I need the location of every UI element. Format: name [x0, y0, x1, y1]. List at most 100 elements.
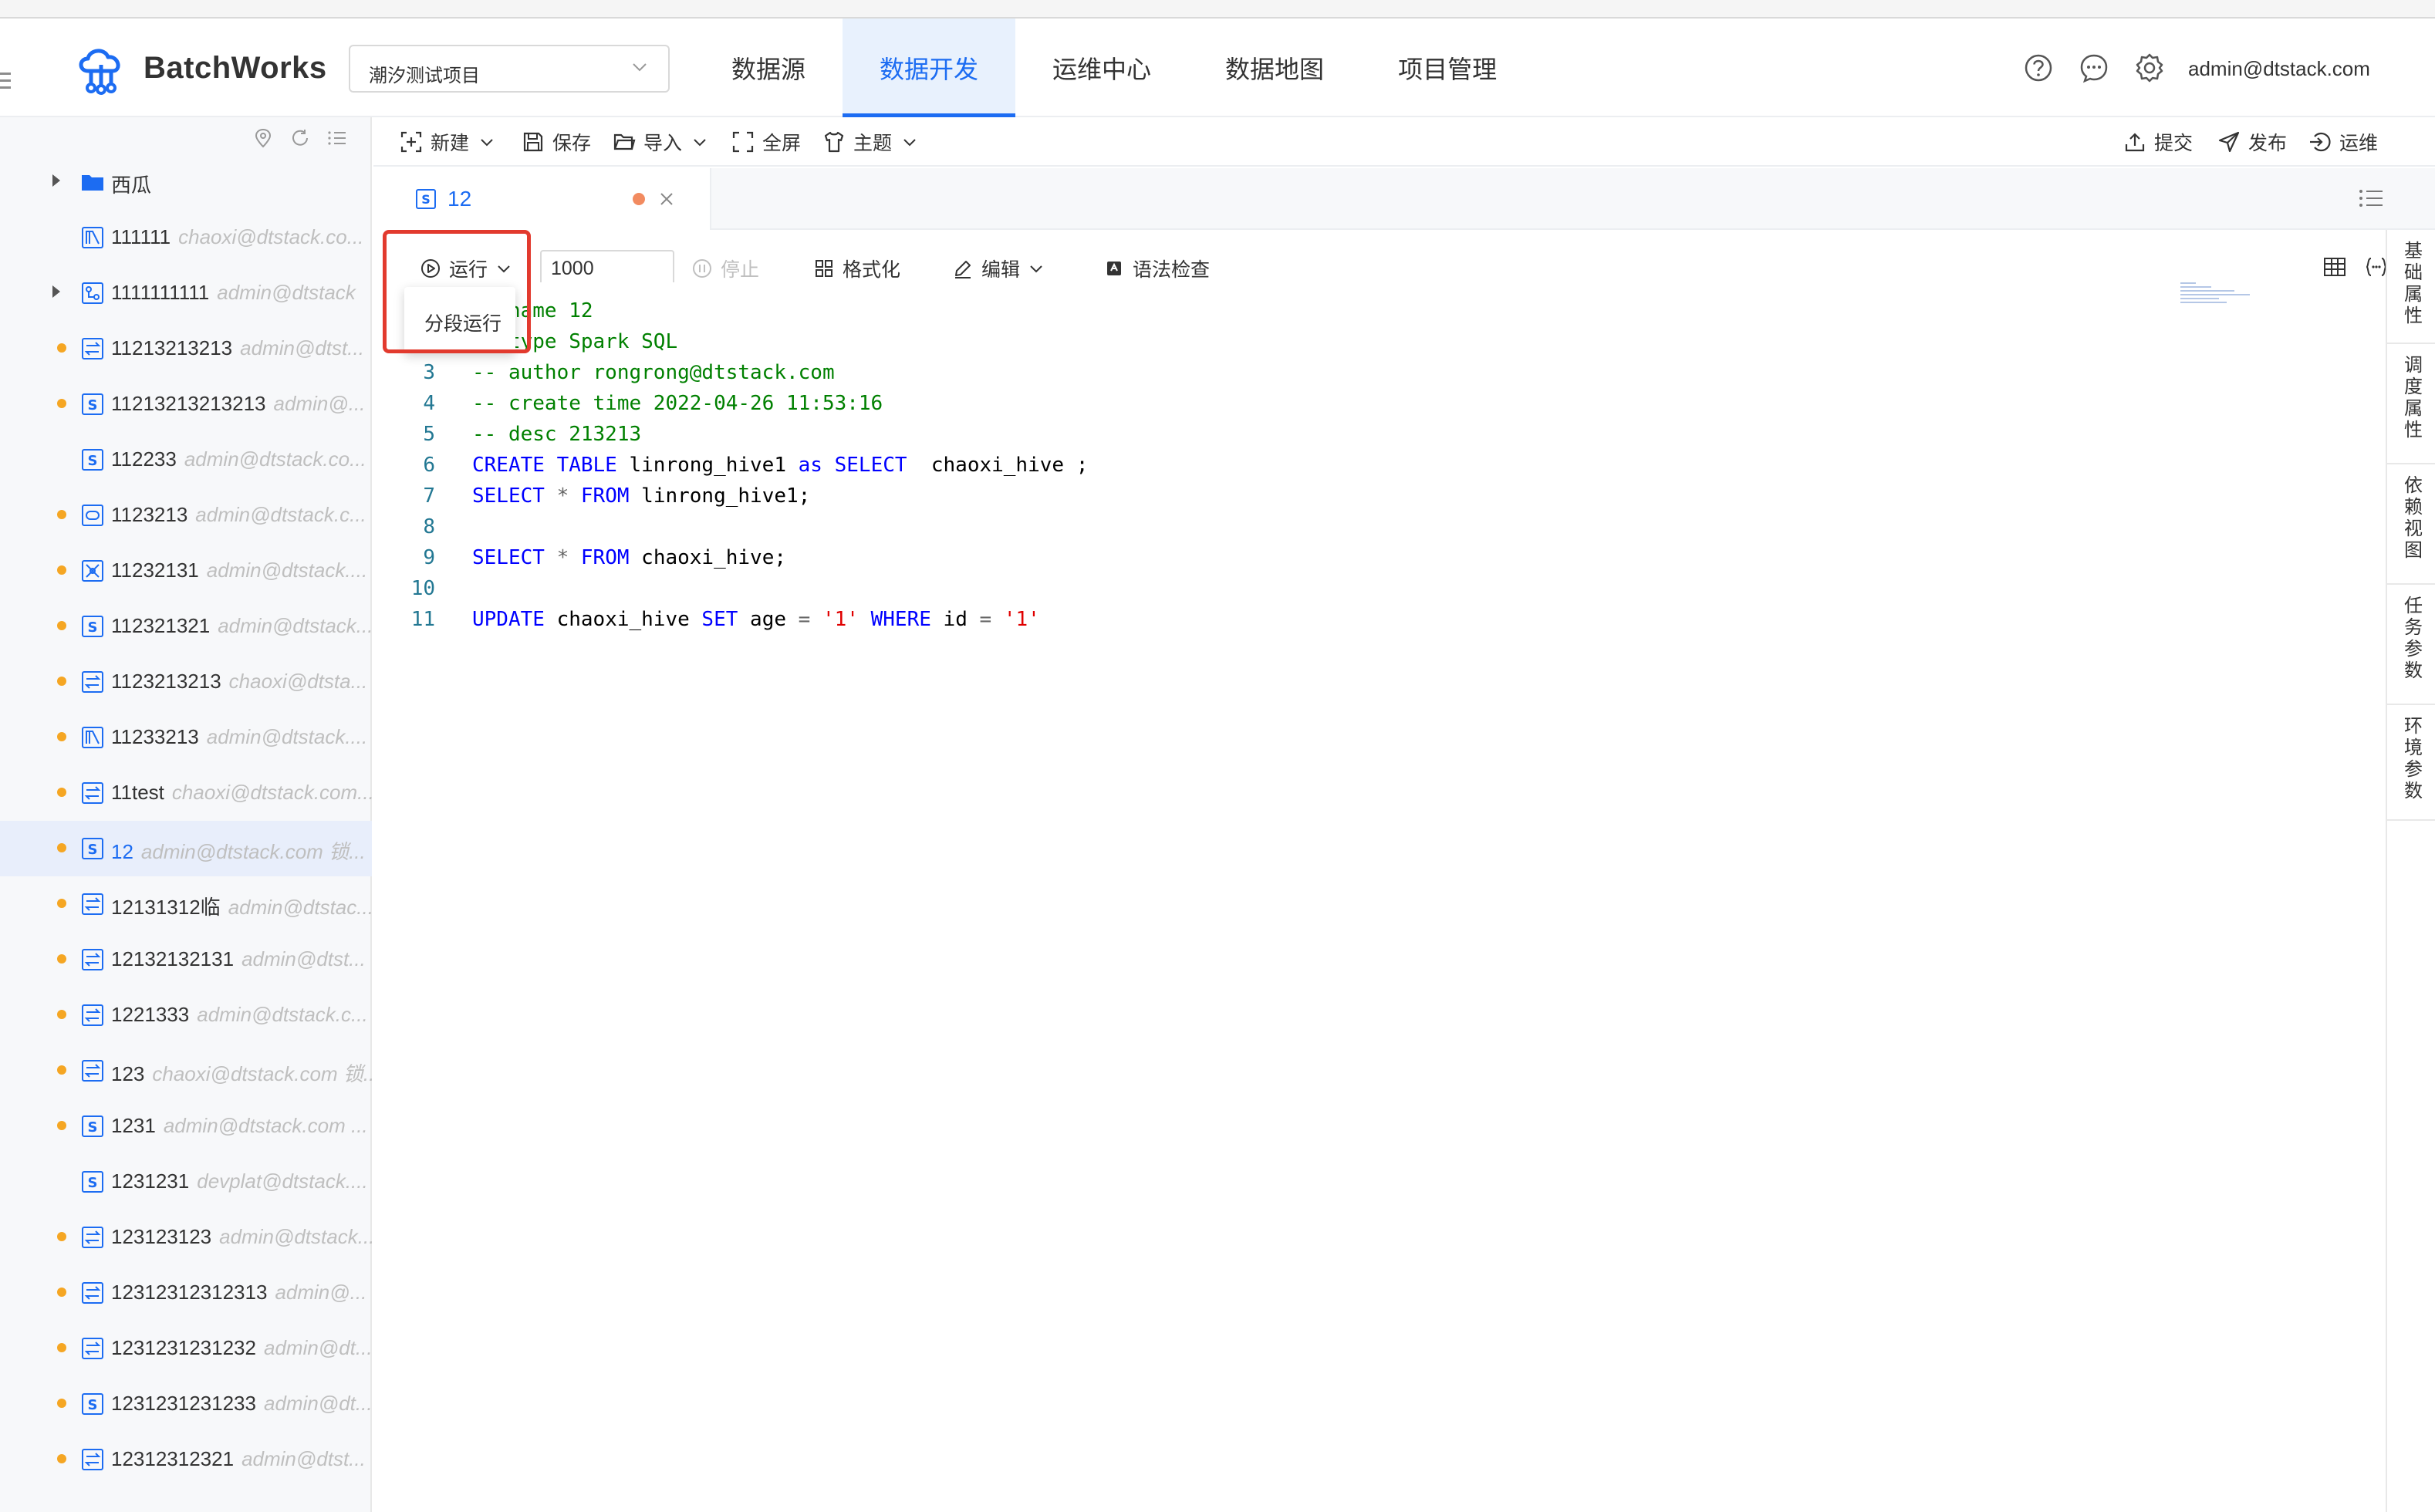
sync-task-icon [80, 892, 105, 916]
tree-item[interactable]: S 1231231 devplat@dtstack.... [0, 1154, 372, 1210]
publish-button[interactable]: 发布 [2217, 128, 2287, 156]
fullscreen-button[interactable]: 全屏 [731, 128, 801, 156]
tree-item[interactable]: 11test chaoxi@dtstack.com... [0, 765, 372, 821]
caret-right-icon[interactable] [52, 174, 60, 187]
tree-item[interactable]: 12132132131 admin@dtst... [0, 932, 372, 987]
sync-task-icon [80, 1281, 105, 1305]
tree-item-owner: admin@... [275, 1281, 367, 1304]
tab-list-icon[interactable] [2358, 185, 2384, 211]
tree-item-name: 112321321 [111, 614, 211, 637]
window-top-strip [0, 0, 2435, 19]
nav-item-2[interactable]: 运维中心 [1015, 19, 1188, 117]
caret-right-icon[interactable] [52, 285, 60, 298]
tab-12[interactable]: S 12 [373, 168, 711, 230]
tree-item[interactable]: 1221333 admin@dtstack.c... [0, 987, 372, 1043]
stop-button-label: 停止 [721, 259, 760, 281]
row-limit-input[interactable]: 1000 [540, 250, 674, 287]
import-button[interactable]: 导入 [613, 128, 708, 156]
tree-item[interactable]: 11233213 admin@dtstack.... [0, 710, 372, 765]
tree-item[interactable]: S 112233 admin@dtstack.co... [0, 432, 372, 488]
code-token: as SELECT [798, 454, 907, 477]
save-icon [523, 132, 543, 152]
tree-item[interactable]: 12312312321 admin@dtst... [0, 1432, 372, 1487]
side-panel-tab-0[interactable]: 基础属性 [2387, 230, 2435, 344]
tree-item[interactable]: 1231231231232 admin@dt... [0, 1321, 372, 1376]
tree-item[interactable]: 123 chaoxi@dtstack.com 锁... [0, 1043, 372, 1099]
line-number: 9 [423, 546, 435, 569]
modified-dot [57, 1121, 66, 1130]
sidebar-tools [253, 128, 347, 148]
tree-item-owner: admin@dtstack.com 锁... [140, 840, 366, 863]
tree-item[interactable]: 12131312临 admin@dtstac... [0, 876, 372, 932]
nav-item-4[interactable]: 项目管理 [1361, 19, 1534, 117]
code-text: SELECT * FROM linrong_hive1; [472, 484, 810, 508]
sql-task-icon: S [80, 1169, 105, 1194]
sync-task-icon [80, 1225, 105, 1250]
svg-text:S: S [88, 397, 98, 413]
submit-button[interactable]: 提交 [2123, 128, 2193, 156]
code-text: -- create time 2022-04-26 11:53:16 [472, 392, 883, 415]
project-select[interactable]: 潮汐测试项目 [349, 45, 670, 93]
help-circle-icon[interactable] [2023, 52, 2054, 83]
message-icon[interactable] [2079, 52, 2109, 83]
sync-task-icon [80, 781, 105, 805]
tree-item-label: 12312312312313 admin@... [111, 1281, 366, 1304]
ops-button[interactable]: 运维 [2308, 128, 2378, 156]
tree-item[interactable]: 12312312312313 admin@... [0, 1265, 372, 1321]
close-icon[interactable] [656, 188, 677, 210]
save-button[interactable]: 保存 [522, 128, 591, 156]
tree-item[interactable]: S 1231 admin@dtstack.com ... [0, 1099, 372, 1154]
list-icon[interactable] [327, 128, 347, 148]
tree-item-name: 11232131 [111, 559, 199, 582]
tree-item[interactable]: S 112321321 admin@dtstack... [0, 599, 372, 654]
modified-dot [57, 732, 66, 741]
code-token: '1' [822, 608, 859, 631]
menu-collapse-icon[interactable] [0, 73, 11, 94]
svg-text:S: S [88, 1397, 98, 1413]
side-panel-tab-1[interactable]: 调度属性 [2387, 344, 2435, 464]
locate-icon[interactable] [253, 128, 273, 148]
tree-item-name: 1231231231233 [111, 1392, 256, 1415]
code-token: chaoxi_hive ; [907, 454, 1089, 477]
chevron-down-icon [694, 139, 706, 147]
nav-item-3[interactable]: 数据地图 [1188, 19, 1361, 117]
tree-item[interactable]: S 12 admin@dtstack.com 锁... [0, 821, 372, 876]
table-icon[interactable] [2322, 255, 2347, 279]
syntax-check-button[interactable]: 语法检查 [1103, 255, 1210, 282]
side-panel-tab-4[interactable]: 环境参数 [2387, 705, 2435, 821]
tree-item[interactable]: S 1231231231233 admin@dt... [0, 1376, 372, 1432]
stop-button[interactable]: 停止 [691, 255, 759, 282]
tree-item[interactable]: 111111 chaoxi@dtstack.co... [0, 210, 372, 265]
tree-item[interactable]: 西瓜 [0, 154, 372, 210]
tree-item[interactable]: 123123123 admin@dtstack... [0, 1210, 372, 1265]
tree-item[interactable]: 11232131 admin@dtstack.... [0, 543, 372, 599]
edit-button[interactable]: 编辑 [952, 255, 1045, 282]
side-panel-tab-2[interactable]: 依赖视图 [2387, 464, 2435, 585]
modified-dot [57, 343, 66, 353]
nav-item-0[interactable]: 数据源 [694, 19, 843, 117]
tree-item-name: 112233 [111, 447, 177, 471]
tree-item[interactable]: S 11213213213213 admin@... [0, 376, 372, 432]
new-button[interactable]: 新建 [400, 128, 495, 156]
tree-item[interactable]: 1123213213 chaoxi@dtsta... [0, 654, 372, 710]
nav-item-1[interactable]: 数据开发 [843, 19, 1016, 117]
tree-item-owner: admin@dtstack.... [206, 559, 368, 582]
new-button-label: 新建 [431, 133, 470, 154]
tree-item-owner: admin@dtstack... [218, 614, 372, 637]
virtual-task-icon [80, 503, 105, 528]
code-minimap[interactable] [2180, 282, 2265, 321]
tree-item[interactable]: 11213213213 admin@dtst... [0, 321, 372, 376]
modified-dot [57, 1065, 66, 1075]
settings-icon[interactable] [2134, 52, 2165, 83]
code-token: FROM [580, 484, 630, 508]
refresh-icon[interactable] [290, 128, 310, 148]
tree-item[interactable]: 1111111111 admin@dtstack [0, 265, 372, 321]
side-panel-tab-3[interactable]: 任务参数 [2387, 585, 2435, 705]
user-account[interactable]: admin@dtstack.com [2188, 57, 2370, 81]
tab-label: 12 [447, 187, 472, 211]
tree-item[interactable]: 1123213 admin@dtstack.c... [0, 488, 372, 543]
sql-code-editor[interactable]: 1-- name 122-- type Spark SQL3-- author … [373, 282, 2364, 1512]
tree-item-name: 1123213213 [111, 670, 221, 693]
format-button[interactable]: 格式化 [813, 255, 900, 282]
theme-button[interactable]: 主题 [822, 128, 918, 156]
